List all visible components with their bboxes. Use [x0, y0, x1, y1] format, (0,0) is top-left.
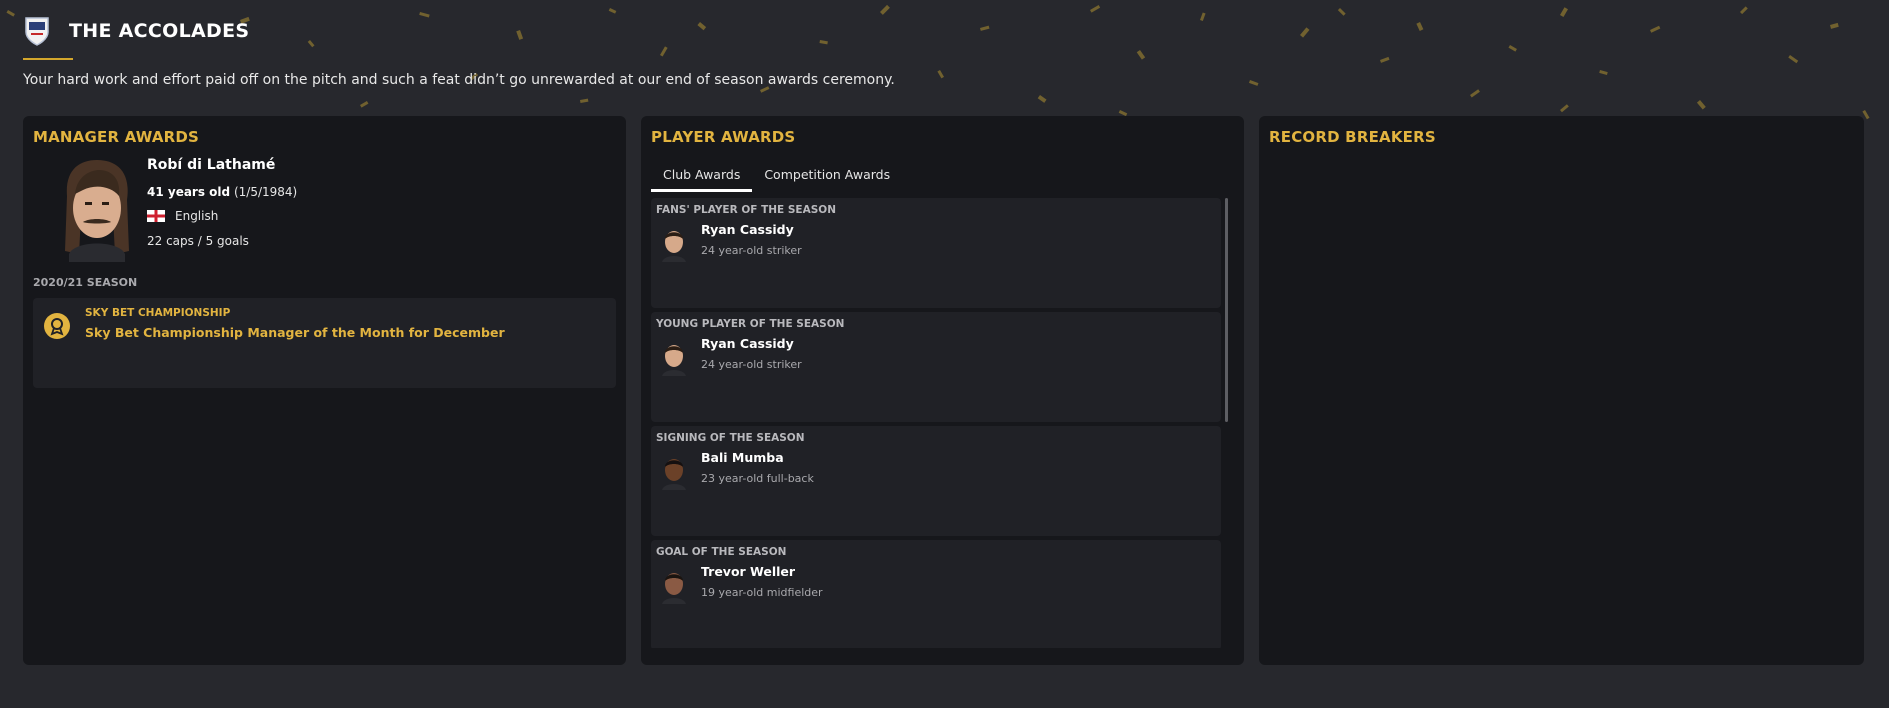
manager-caps: 22 caps / 5 goals	[147, 234, 249, 248]
manager-photo[interactable]	[49, 156, 145, 262]
award-category: SIGNING OF THE SEASON	[656, 432, 805, 444]
award-name[interactable]: Sky Bet Championship Manager of the Mont…	[85, 325, 505, 340]
manager-dob: (1/5/1984)	[233, 185, 298, 199]
manager-awards-title: MANAGER AWARDS	[33, 128, 200, 146]
award-list-item[interactable]: SIGNING OF THE SEASON Bali Mumba 23 year…	[651, 426, 1221, 536]
award-competition: SKY BET CHAMPIONSHIP	[85, 307, 231, 319]
player-photo[interactable]	[659, 564, 689, 604]
award-list-item[interactable]: GOAL OF THE SEASON Trevor Weller 19 year…	[651, 540, 1221, 648]
player-description: 24 year-old striker	[701, 358, 802, 371]
player-description: 24 year-old striker	[701, 244, 802, 257]
player-awards-title: PLAYER AWARDS	[651, 128, 796, 146]
player-photo[interactable]	[659, 450, 689, 490]
manager-award-card[interactable]: SKY BET CHAMPIONSHIP Sky Bet Championshi…	[33, 298, 616, 388]
manager-age-years: 41 years old	[147, 185, 231, 199]
page-subtitle: Your hard work and effort paid off on th…	[23, 72, 895, 88]
england-flag-icon	[147, 210, 165, 222]
player-description: 23 year-old full-back	[701, 472, 814, 485]
player-name[interactable]: Ryan Cassidy	[701, 336, 794, 351]
tab-club-awards[interactable]: Club Awards	[651, 160, 753, 192]
tab-competition-awards[interactable]: Competition Awards	[752, 160, 902, 192]
player-description: 19 year-old midfielder	[701, 586, 823, 599]
manager-age: 41 years old (1/5/1984)	[147, 185, 297, 199]
player-name[interactable]: Ryan Cassidy	[701, 222, 794, 237]
award-category: FANS' PLAYER OF THE SEASON	[656, 204, 837, 216]
page-title: THE ACCOLADES	[69, 20, 250, 42]
awards-scrollbar[interactable]	[1225, 198, 1228, 422]
player-photo[interactable]	[659, 222, 689, 262]
manager-nationality-label: English	[175, 209, 219, 223]
player-awards-tabs: Club Awards Competition Awards	[651, 160, 902, 192]
player-photo[interactable]	[659, 336, 689, 376]
medal-icon	[44, 313, 70, 339]
award-category: YOUNG PLAYER OF THE SEASON	[656, 318, 845, 330]
player-name[interactable]: Trevor Weller	[701, 564, 795, 579]
season-label: 2020/21 SEASON	[33, 276, 138, 289]
player-name[interactable]: Bali Mumba	[701, 450, 784, 465]
award-list-item[interactable]: YOUNG PLAYER OF THE SEASON Ryan Cassidy …	[651, 312, 1221, 422]
page-header: THE ACCOLADES Your hard work and effort …	[23, 14, 1863, 88]
record-breakers-panel: RECORD BREAKERS	[1259, 116, 1864, 665]
manager-awards-panel: MANAGER AWARDS Robí di Lathamé 41 years …	[23, 116, 626, 665]
record-breakers-title: RECORD BREAKERS	[1269, 128, 1436, 146]
player-awards-panel: PLAYER AWARDS Club Awards Competition Aw…	[641, 116, 1244, 665]
club-badge-icon	[23, 16, 51, 46]
award-list-item[interactable]: FANS' PLAYER OF THE SEASON Ryan Cassidy …	[651, 198, 1221, 308]
title-underline	[23, 58, 73, 60]
award-category: GOAL OF THE SEASON	[656, 546, 787, 558]
player-awards-list[interactable]: FANS' PLAYER OF THE SEASON Ryan Cassidy …	[651, 198, 1221, 648]
manager-name[interactable]: Robí di Lathamé	[147, 157, 275, 173]
manager-nationality: English	[147, 209, 218, 223]
